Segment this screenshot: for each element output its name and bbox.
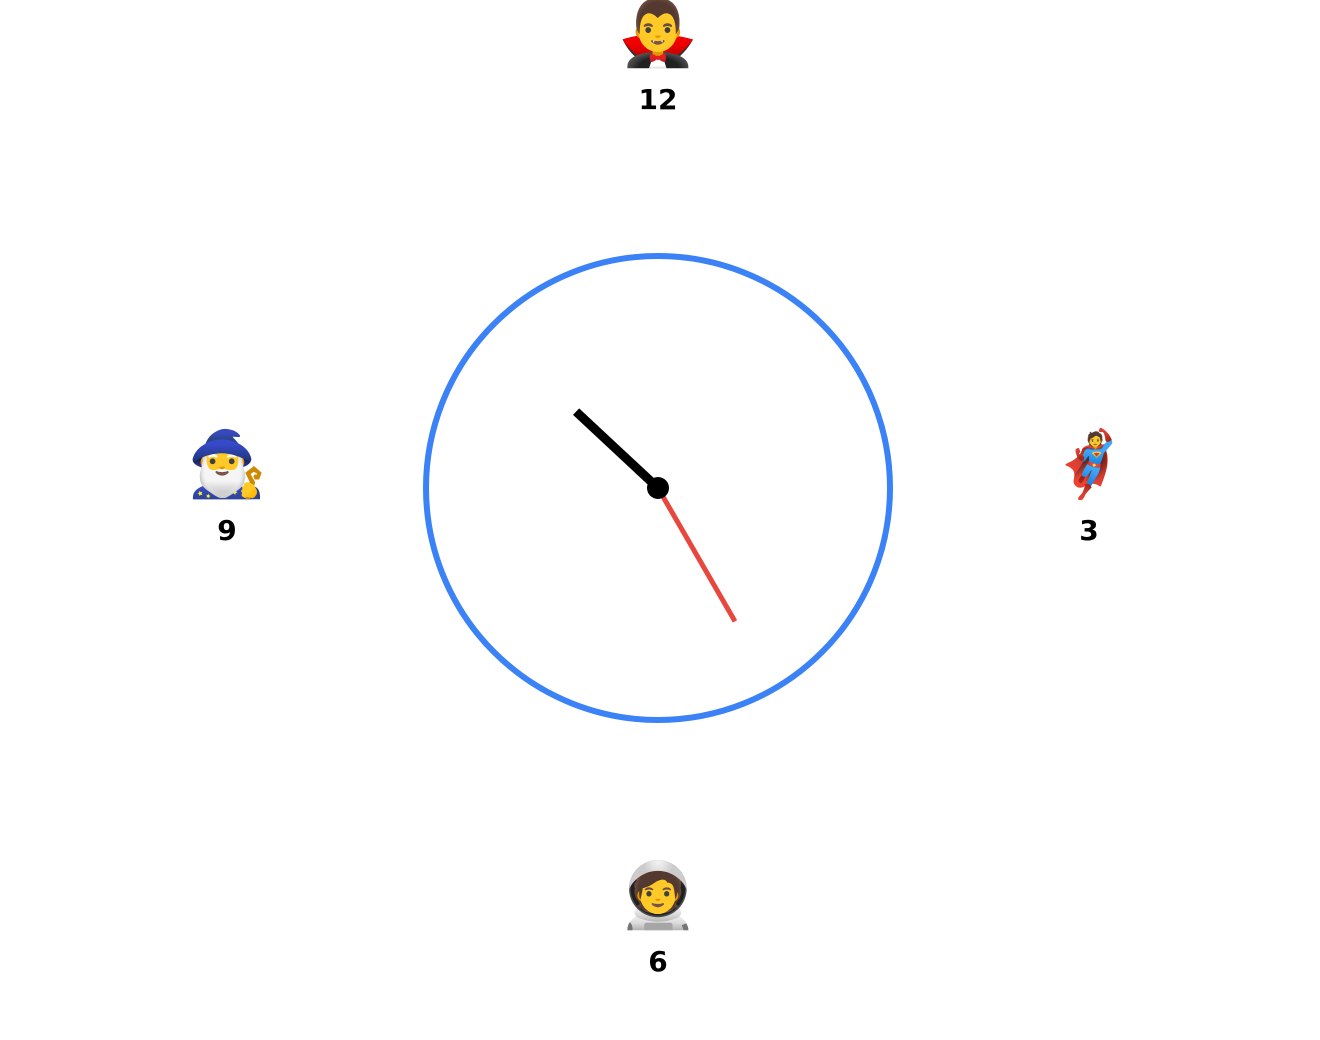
clock-center — [647, 477, 669, 499]
hour-hand — [573, 408, 662, 492]
clock-face — [423, 253, 893, 723]
second-hand — [655, 486, 738, 623]
